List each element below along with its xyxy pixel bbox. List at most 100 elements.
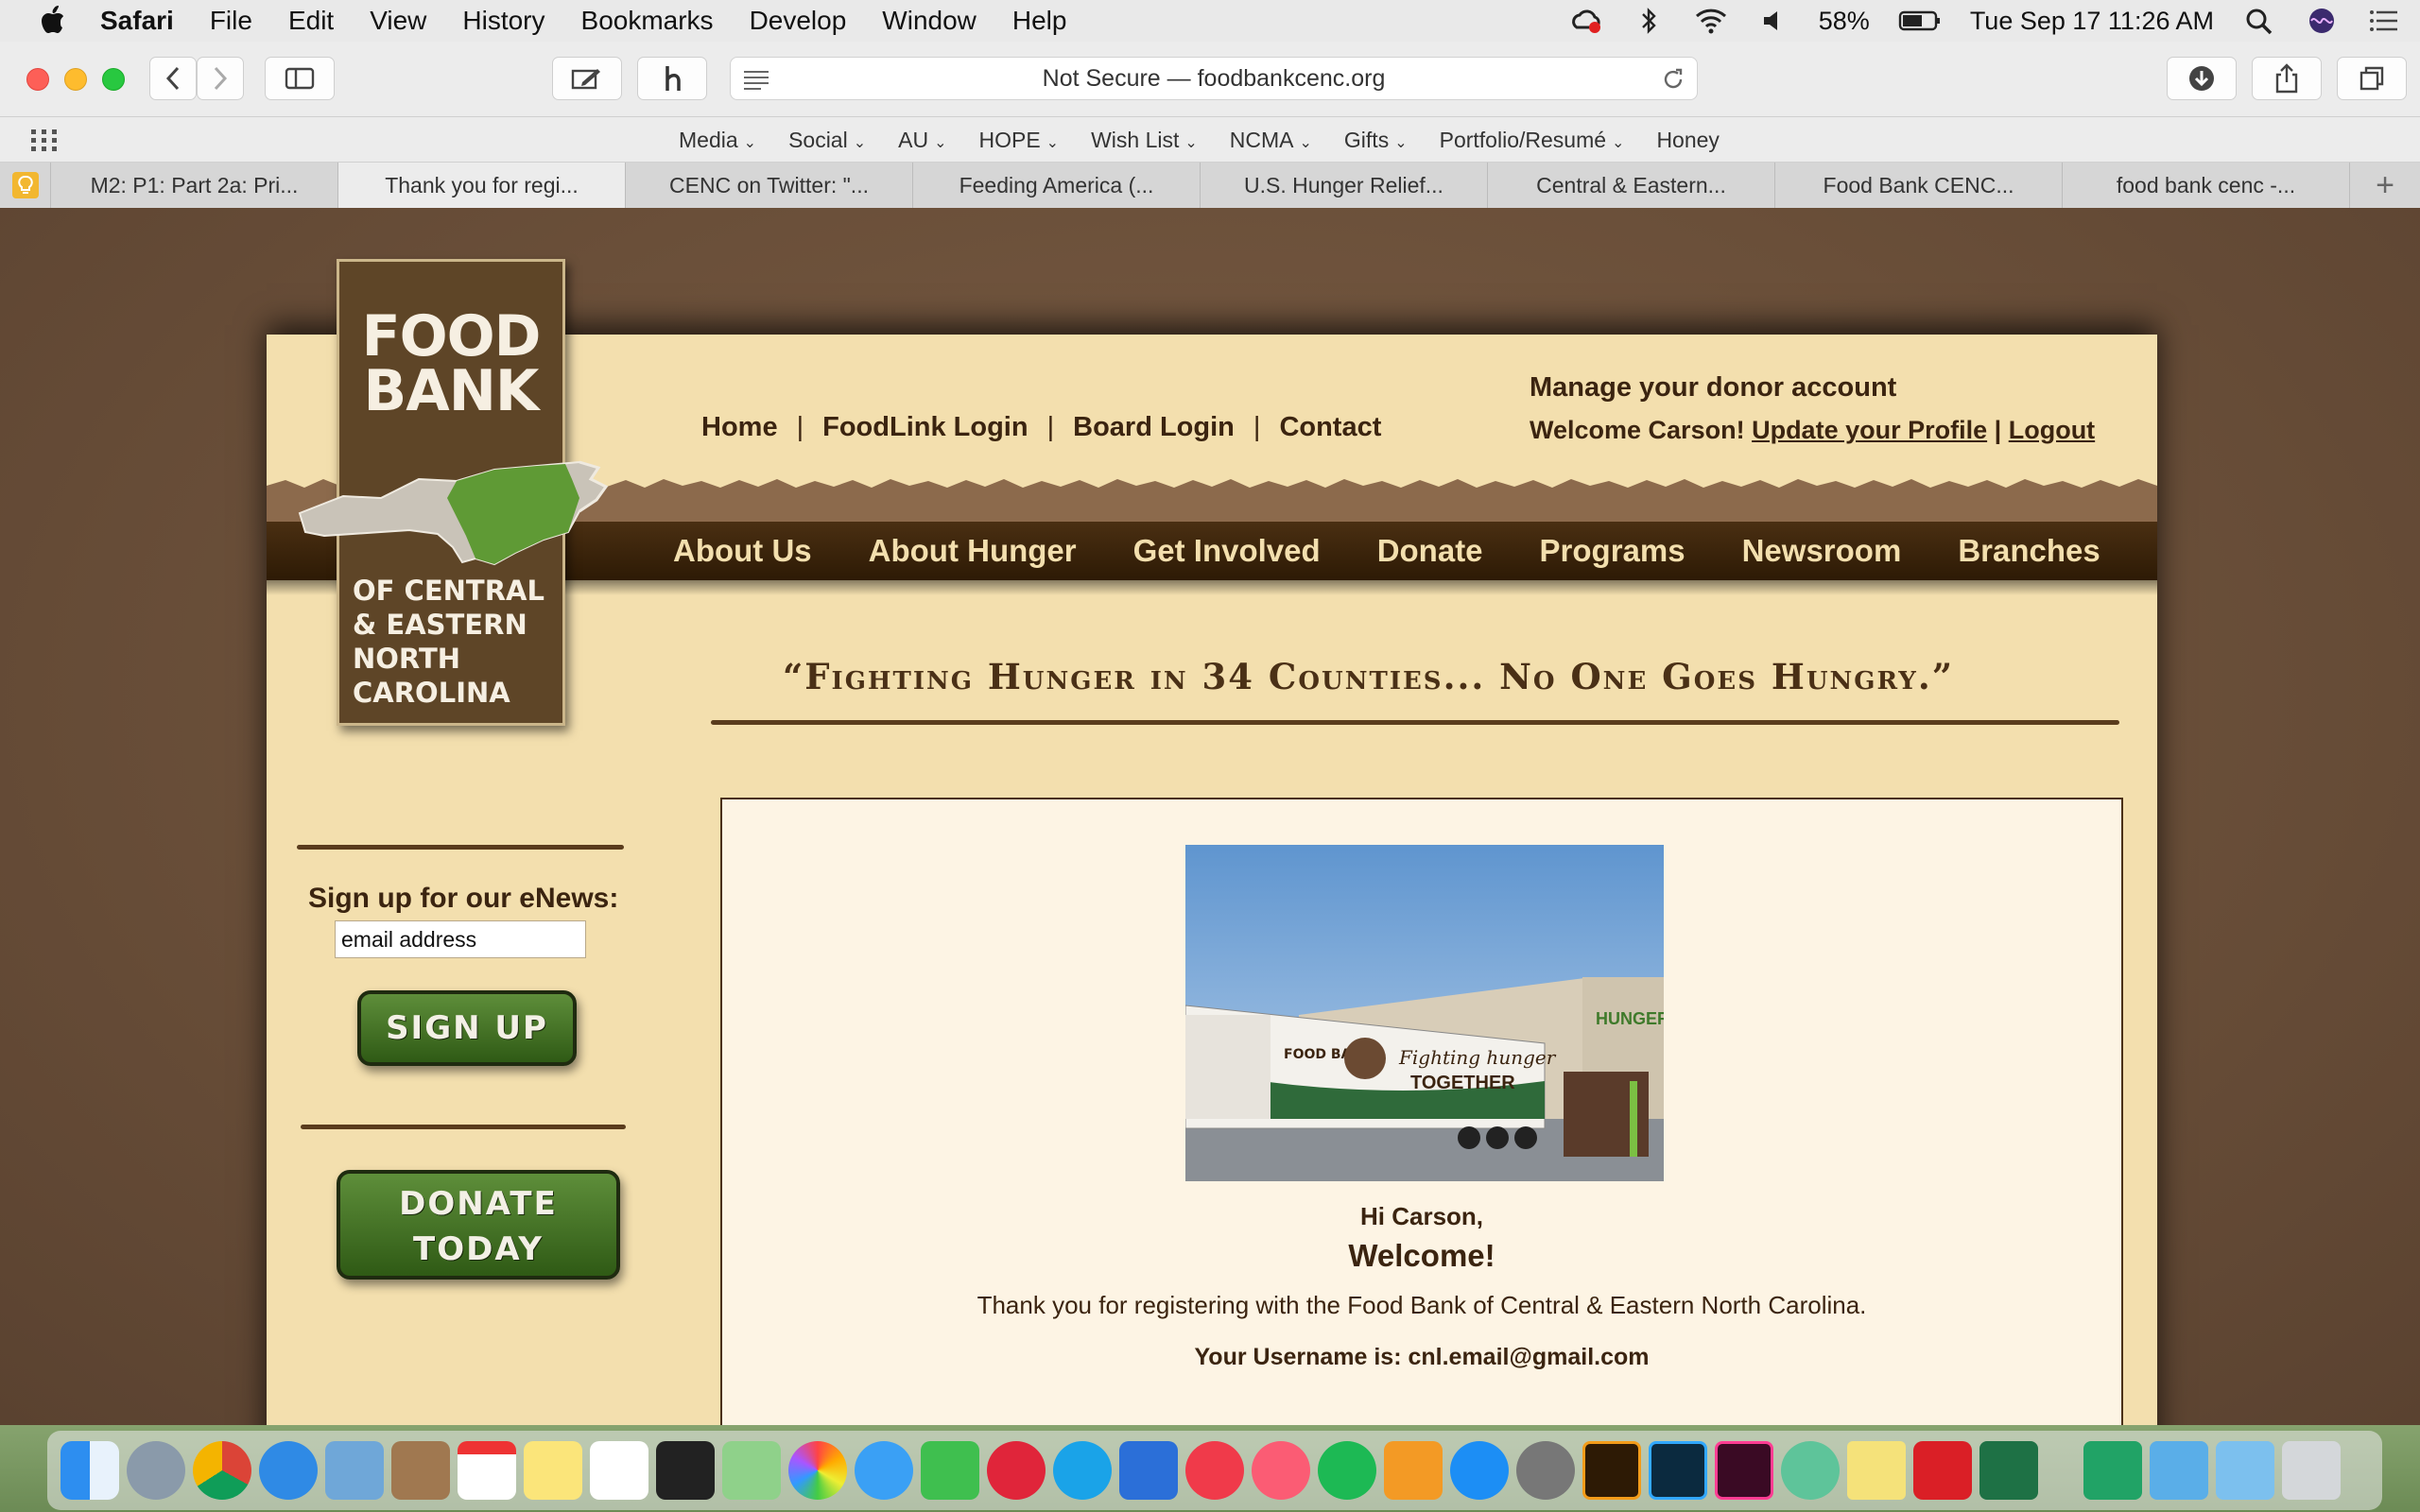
launchpad-icon[interactable]: [127, 1441, 185, 1500]
tab-overview-button[interactable]: [2337, 57, 2407, 100]
tab[interactable]: Feeding America (...: [913, 163, 1201, 208]
tab[interactable]: food bank cenc -...: [2063, 163, 2350, 208]
favorite-social[interactable]: Social ⌄: [788, 128, 866, 153]
messages-icon[interactable]: [855, 1441, 913, 1500]
favorite-ncma[interactable]: NCMA ⌄: [1230, 128, 1312, 153]
favorite-gifts[interactable]: Gifts ⌄: [1344, 128, 1408, 153]
app-store-icon[interactable]: [1450, 1441, 1509, 1500]
excel-icon[interactable]: [1979, 1441, 2038, 1500]
atom-icon[interactable]: [1781, 1441, 1840, 1500]
close-window-button[interactable]: [26, 68, 49, 91]
donate-today-button[interactable]: DONATE TODAY: [337, 1170, 620, 1280]
sidebar-button[interactable]: [265, 57, 335, 100]
menu-file[interactable]: File: [210, 6, 252, 36]
news-icon[interactable]: [1185, 1441, 1244, 1500]
tab-active[interactable]: Thank you for regi...: [338, 163, 626, 208]
share-button[interactable]: [2252, 57, 2322, 100]
battery-icon[interactable]: [1898, 7, 1942, 35]
zoom-window-button[interactable]: [102, 68, 125, 91]
nav-board-login-link[interactable]: Board Login: [1073, 412, 1235, 443]
excel-file-icon[interactable]: [2083, 1441, 2142, 1500]
honey-extension-button[interactable]: [637, 57, 707, 100]
reload-icon[interactable]: [1661, 67, 1685, 92]
nav-about-hunger[interactable]: About Hunger: [869, 533, 1077, 569]
sign-up-button[interactable]: SIGN UP: [357, 990, 577, 1066]
finder-icon[interactable]: [60, 1441, 119, 1500]
photos-icon[interactable]: [788, 1441, 847, 1500]
folder-icon[interactable]: [2150, 1441, 2208, 1500]
music-icon[interactable]: [1252, 1441, 1310, 1500]
chrome-icon[interactable]: [193, 1441, 251, 1500]
facetime-icon[interactable]: [921, 1441, 979, 1500]
tab[interactable]: CENC on Twitter: "...: [626, 163, 913, 208]
volume-icon[interactable]: [1756, 7, 1790, 35]
nav-contact-link[interactable]: Contact: [1279, 412, 1381, 443]
menu-help[interactable]: Help: [1012, 6, 1067, 36]
favorite-portfolio[interactable]: Portfolio/Resumé ⌄: [1440, 128, 1625, 153]
wifi-icon[interactable]: [1694, 7, 1728, 35]
top-sites-grid-icon[interactable]: [30, 129, 59, 151]
pinned-tab[interactable]: [0, 163, 51, 208]
pencil-app-icon[interactable]: [1119, 1441, 1178, 1500]
annotate-button[interactable]: [552, 57, 622, 100]
tab[interactable]: M2: P1: Part 2a: Pri...: [51, 163, 338, 208]
update-profile-link[interactable]: Update your Profile: [1752, 416, 1987, 444]
logout-link[interactable]: Logout: [2009, 416, 2095, 444]
email-input[interactable]: [335, 920, 586, 958]
tab[interactable]: Food Bank CENC...: [1775, 163, 2063, 208]
nav-branches[interactable]: Branches: [1958, 533, 2100, 569]
voice-memos-icon[interactable]: [656, 1441, 715, 1500]
illustrator-icon[interactable]: [1582, 1441, 1641, 1500]
favorite-wish-list[interactable]: Wish List ⌄: [1091, 128, 1198, 153]
trash-icon[interactable]: [2282, 1441, 2341, 1500]
books-icon[interactable]: [1384, 1441, 1443, 1500]
tab[interactable]: U.S. Hunger Relief...: [1201, 163, 1488, 208]
stickies-icon[interactable]: [1847, 1441, 1906, 1500]
contacts-icon[interactable]: [391, 1441, 450, 1500]
downloads-button[interactable]: [2167, 57, 2237, 100]
bluetooth-icon[interactable]: [1632, 7, 1666, 35]
nav-newsroom[interactable]: Newsroom: [1742, 533, 1902, 569]
creative-cloud-icon[interactable]: [1569, 7, 1603, 35]
address-bar[interactable]: Not Secure — foodbankcenc.org: [730, 57, 1698, 100]
nav-about-us[interactable]: About Us: [673, 533, 812, 569]
menu-app-name[interactable]: Safari: [100, 6, 174, 36]
nav-foodlink-login-link[interactable]: FoodLink Login: [822, 412, 1028, 443]
forward-button[interactable]: [197, 57, 244, 100]
favorite-honey[interactable]: Honey: [1656, 128, 1719, 153]
maps-icon[interactable]: [722, 1441, 781, 1500]
notification-center-icon[interactable]: [2367, 7, 2401, 35]
photoshop-icon[interactable]: [1649, 1441, 1707, 1500]
safari-icon[interactable]: [259, 1441, 318, 1500]
favorite-media[interactable]: Media ⌄: [679, 128, 756, 153]
clock[interactable]: Tue Sep 17 11:26 AM: [1970, 7, 2214, 36]
reminders-icon[interactable]: [590, 1441, 648, 1500]
favorite-hope[interactable]: HOPE ⌄: [978, 128, 1059, 153]
nav-donate[interactable]: Donate: [1377, 533, 1483, 569]
system-preferences-icon[interactable]: [1516, 1441, 1575, 1500]
calendar-icon[interactable]: [458, 1441, 516, 1500]
nav-get-involved[interactable]: Get Involved: [1133, 533, 1321, 569]
menu-develop[interactable]: Develop: [750, 6, 847, 36]
nav-home-link[interactable]: Home: [701, 412, 778, 443]
spotify-icon[interactable]: [1318, 1441, 1376, 1500]
minimize-window-button[interactable]: [64, 68, 87, 91]
downloads-folder-icon[interactable]: [2216, 1441, 2274, 1500]
nav-programs[interactable]: Programs: [1540, 533, 1685, 569]
creative-cloud-app-icon[interactable]: [1913, 1441, 1972, 1500]
skype-icon[interactable]: [1053, 1441, 1112, 1500]
menu-window[interactable]: Window: [882, 6, 977, 36]
mail-icon[interactable]: [325, 1441, 384, 1500]
menu-bookmarks[interactable]: Bookmarks: [581, 6, 714, 36]
favorite-au[interactable]: AU ⌄: [898, 128, 946, 153]
reader-view-icon[interactable]: [742, 68, 770, 91]
notes-icon[interactable]: [524, 1441, 582, 1500]
hand-app-icon[interactable]: [987, 1441, 1046, 1500]
apple-icon[interactable]: [38, 5, 66, 37]
new-tab-button[interactable]: +: [2350, 163, 2420, 208]
siri-icon[interactable]: [2305, 7, 2339, 35]
spotlight-search-icon[interactable]: [2242, 7, 2276, 35]
indesign-icon[interactable]: [1715, 1441, 1773, 1500]
back-button[interactable]: [149, 57, 197, 100]
menu-edit[interactable]: Edit: [288, 6, 334, 36]
